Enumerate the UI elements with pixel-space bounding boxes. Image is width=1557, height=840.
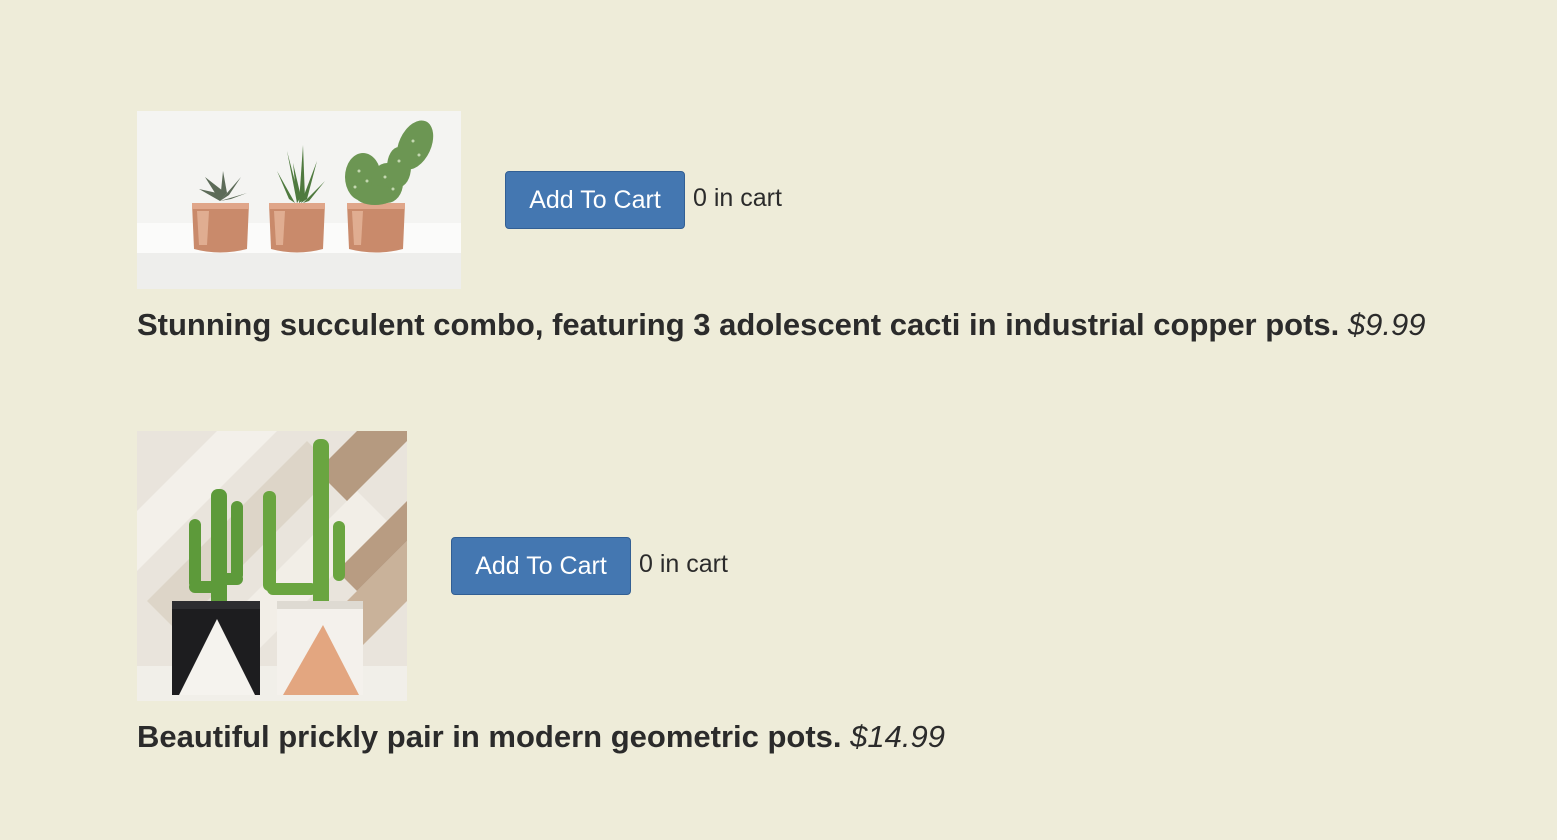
product-card: Add To Cart 0 in cart Stunning succulent… <box>137 111 1425 343</box>
product-description: Stunning succulent combo, featuring 3 ad… <box>137 307 1425 343</box>
cart-count: 0 in cart <box>639 549 728 578</box>
product-description: Beautiful prickly pair in modern geometr… <box>137 719 945 755</box>
product-row: Add To Cart 0 in cart <box>137 431 945 701</box>
product-image <box>137 431 407 701</box>
product-price: $9.99 <box>1347 307 1426 342</box>
add-to-cart-button[interactable]: Add To Cart <box>505 171 685 229</box>
product-description-text: Beautiful prickly pair in modern geometr… <box>137 719 842 754</box>
product-price: $14.99 <box>850 719 945 754</box>
cart-count: 0 in cart <box>693 183 782 212</box>
add-to-cart-button[interactable]: Add To Cart <box>451 537 631 595</box>
product-card: Add To Cart 0 in cart Beautiful prickly … <box>137 431 945 755</box>
product-row: Add To Cart 0 in cart <box>137 111 1425 289</box>
product-description-text: Stunning succulent combo, featuring 3 ad… <box>137 307 1340 342</box>
product-image <box>137 111 461 289</box>
